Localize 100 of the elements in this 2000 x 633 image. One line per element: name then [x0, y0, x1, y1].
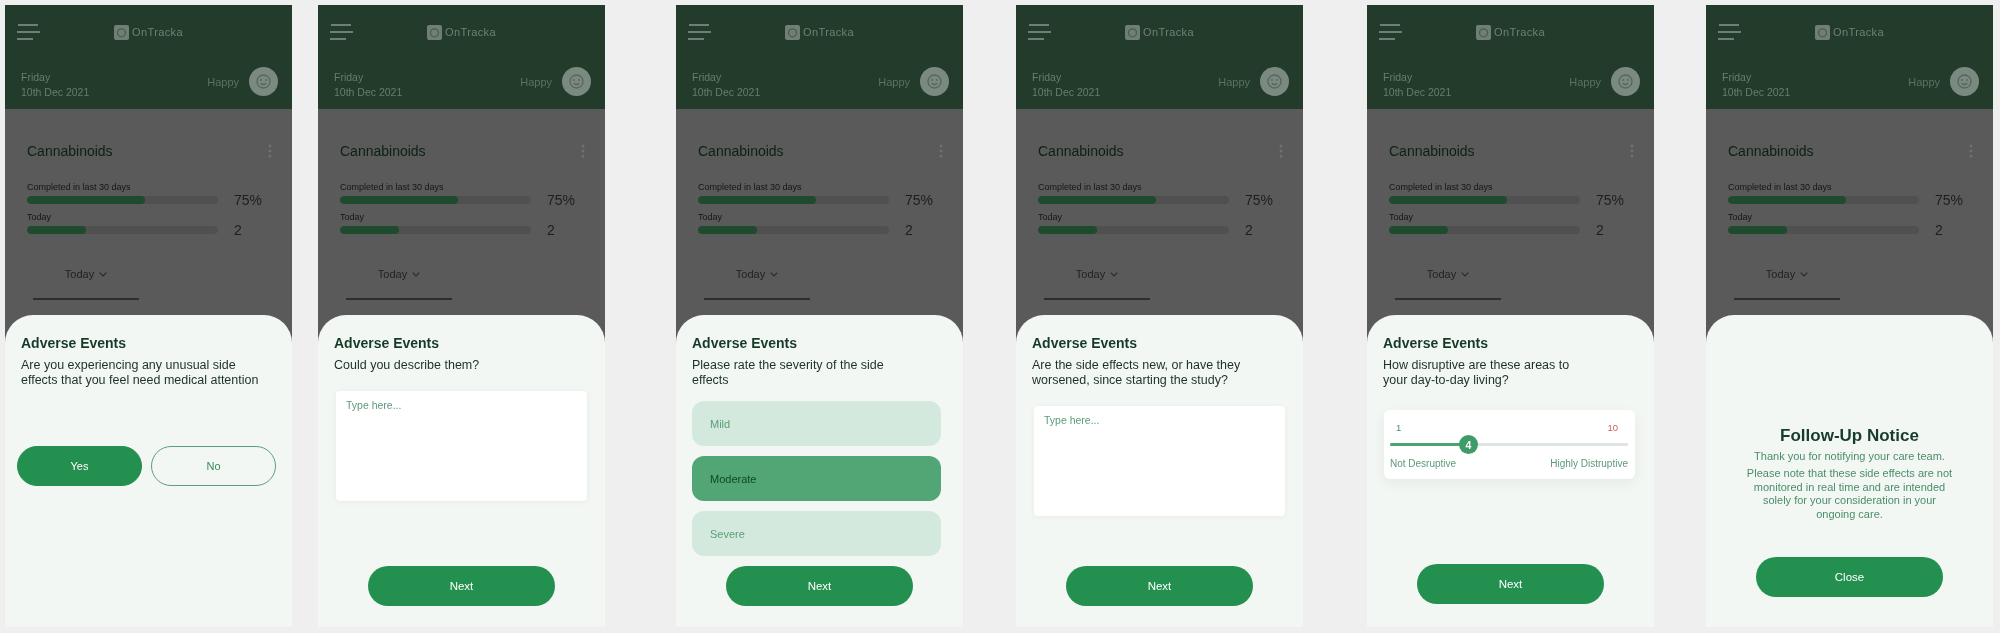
metric-label: Today: [340, 212, 366, 223]
scale-max-label: 10: [1607, 422, 1618, 434]
text-field[interactable]: Type here...: [1034, 406, 1285, 516]
question-text: Are the side effects new, or have they worsened, since starting the study?: [1032, 358, 1242, 388]
card-title: Cannabinoids: [27, 143, 113, 159]
sheet-title: Adverse Events: [334, 334, 441, 352]
logo-icon: [426, 24, 442, 40]
answer-button[interactable]: Yes: [17, 446, 142, 486]
severity-option[interactable]: Moderate: [692, 456, 941, 501]
period-tab[interactable]: Today: [346, 264, 452, 300]
notice-message: Thank you for notifying your care team.: [1754, 449, 1945, 463]
next-button[interactable]: Next: [1417, 564, 1604, 604]
notice-title: Follow-Up Notice: [1780, 425, 1919, 447]
menu-icon[interactable]: [1028, 24, 1051, 40]
date-label: 10th Dec 2021: [692, 84, 761, 100]
question-text: Please rate the severity of the side effects: [692, 358, 885, 388]
sheet-title: Adverse Events: [1383, 334, 1490, 352]
smiley-face-icon: [1260, 67, 1289, 96]
smiley-face-icon: [920, 67, 949, 96]
smiley-face-icon: [1611, 67, 1640, 96]
question-text: Are you experiencing any unusual side effects that you feel need medical attention: [21, 358, 260, 388]
scale-start-label: Not Desruptive: [1390, 458, 1457, 470]
next-button[interactable]: Next: [726, 566, 913, 606]
logo-icon: [1124, 24, 1140, 40]
smiley-face-icon: [249, 67, 278, 96]
metric-label: Today: [1728, 212, 1754, 223]
menu-icon[interactable]: [688, 24, 711, 40]
chevron-down-icon: [99, 272, 108, 277]
date-label: 10th Dec 2021: [334, 84, 403, 100]
scale-min-label: 1: [1396, 422, 1402, 434]
period-tab[interactable]: Today: [1395, 264, 1501, 300]
mood-label: Happy: [1218, 75, 1250, 88]
app-name: OnTracka: [802, 26, 855, 38]
question-text: Could you describe them?: [334, 358, 481, 373]
day-label: Friday: [1032, 69, 1063, 85]
card-title: Cannabinoids: [1728, 143, 1814, 159]
chevron-down-icon: [412, 272, 421, 277]
menu-icon[interactable]: [1379, 24, 1402, 40]
metric-value: 2: [234, 223, 242, 237]
mood-label: Happy: [520, 75, 552, 88]
metric-value: 75%: [905, 193, 934, 207]
period-tab[interactable]: Today: [1734, 264, 1840, 300]
date-label: 10th Dec 2021: [21, 84, 90, 100]
mood-label: Happy: [1569, 75, 1601, 88]
scale-end-label: Highly Distruptive: [1550, 458, 1628, 470]
severity-option[interactable]: Mild: [692, 401, 941, 446]
card-title: Cannabinoids: [698, 143, 784, 159]
metric-label: Today: [698, 212, 724, 223]
card-title: Cannabinoids: [1038, 143, 1124, 159]
app-name: OnTracka: [444, 26, 497, 38]
card-title: Cannabinoids: [1389, 143, 1475, 159]
period-tab[interactable]: Today: [33, 264, 139, 300]
metric-value: 2: [1596, 223, 1604, 237]
smiley-face-icon: [562, 67, 591, 96]
next-button[interactable]: Next: [1066, 566, 1253, 606]
period-tab[interactable]: Today: [704, 264, 810, 300]
notice-note: Please note that these side effects are not monitored in real time and are intended solely for your consideration in your ongoing care.: [1745, 467, 1954, 522]
sheet-title: Adverse Events: [692, 334, 799, 352]
metric-value: 75%: [547, 193, 576, 207]
mood-label: Happy: [1908, 75, 1940, 88]
close-button[interactable]: Close: [1756, 557, 1943, 597]
metric-value: 2: [905, 223, 913, 237]
day-label: Friday: [334, 69, 365, 85]
date-label: 10th Dec 2021: [1032, 84, 1101, 100]
sheet-title: Adverse Events: [1032, 334, 1139, 352]
menu-icon[interactable]: [1718, 24, 1741, 40]
text-field[interactable]: Type here...: [336, 391, 587, 501]
chevron-down-icon: [1110, 272, 1119, 277]
menu-icon[interactable]: [17, 24, 40, 40]
metric-label: Today: [1389, 212, 1415, 223]
severity-option[interactable]: Severe: [692, 511, 941, 556]
period-tab[interactable]: Today: [1044, 264, 1150, 300]
slider-thumb[interactable]: 4: [1459, 435, 1479, 454]
app-name: OnTracka: [1832, 26, 1885, 38]
app-name: OnTracka: [1493, 26, 1546, 38]
app-name: OnTracka: [1142, 26, 1195, 38]
question-text: How disruptive are these areas to your day-to-day living?: [1383, 358, 1571, 388]
date-label: 10th Dec 2021: [1722, 84, 1791, 100]
logo-icon: [113, 24, 129, 40]
day-label: Friday: [1722, 69, 1753, 85]
chevron-down-icon: [1800, 272, 1809, 277]
slider-track[interactable]: 4: [1390, 435, 1628, 454]
metric-value: 75%: [1935, 193, 1964, 207]
metric-label: Today: [1038, 212, 1064, 223]
sheet-title: Adverse Events: [21, 334, 128, 352]
logo-icon: [1475, 24, 1491, 40]
chevron-down-icon: [770, 272, 779, 277]
metric-value: 2: [547, 223, 555, 237]
smiley-face-icon: [1950, 67, 1979, 96]
metric-value: 2: [1245, 223, 1253, 237]
logo-icon: [1814, 24, 1830, 40]
date-label: 10th Dec 2021: [1383, 84, 1452, 100]
metric-value: 75%: [234, 193, 263, 207]
metric-value: 2: [1935, 223, 1943, 237]
metric-value: 75%: [1596, 193, 1625, 207]
menu-icon[interactable]: [330, 24, 353, 40]
next-button[interactable]: Next: [368, 566, 555, 606]
day-label: Friday: [21, 69, 52, 85]
chevron-down-icon: [1461, 272, 1470, 277]
day-label: Friday: [692, 69, 723, 85]
